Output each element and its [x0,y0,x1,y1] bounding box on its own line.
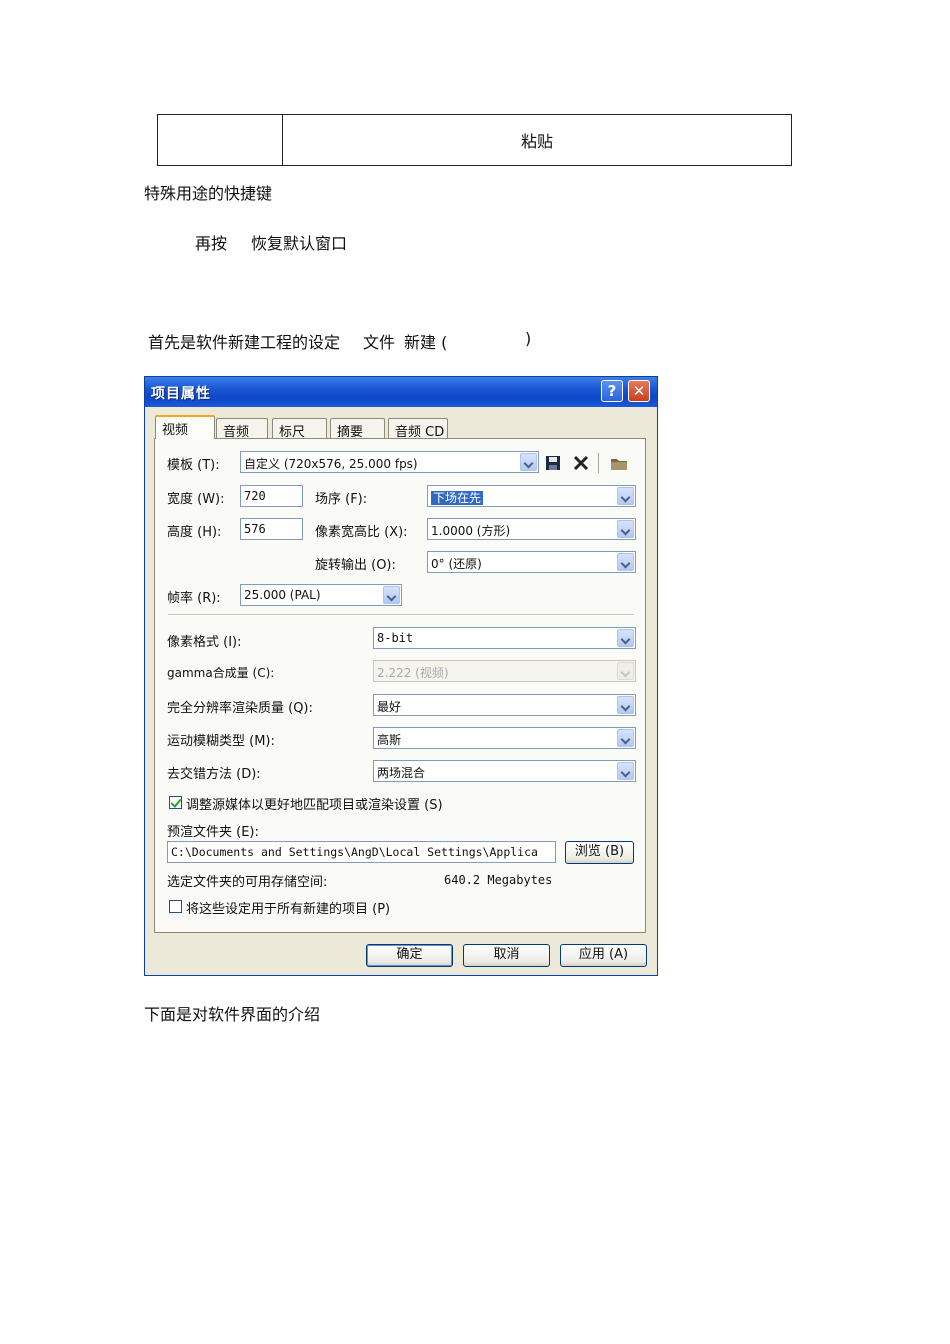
tab-video[interactable]: 视频 [155,415,215,439]
paragraph-new-project: 首先是软件新建工程的设定 [148,333,341,352]
close-button[interactable]: ✕ [628,380,650,402]
chevron-down-icon [520,453,537,471]
use-for-new-checkbox[interactable] [169,900,182,913]
template-label: 模板 (T): [167,458,220,473]
render-quality-label: 完全分辨率渲染质量 (Q): [167,701,313,716]
toolbar-divider [598,453,599,473]
paragraph-new: 新建 ( [404,333,448,352]
frame-rate-label: 帧率 (R): [167,591,221,606]
field-order-value: 下场在先 [431,491,484,505]
dialog-title: 项目属性 [151,386,211,402]
use-for-new-label: 将这些设定用于所有新建的项目 (P) [186,902,391,917]
adjust-media-label: 调整源媒体以更好地匹配项目或渲染设置 (S) [186,798,443,813]
motion-blur-label: 运动模糊类型 (M): [167,734,275,749]
paragraph-close-paren: ) [525,329,532,348]
height-label: 高度 (H): [167,525,222,540]
help-icon: ? [607,382,617,400]
height-value: 576 [244,522,266,536]
width-input[interactable]: 720 [240,485,303,507]
rotation-select[interactable]: 0° (还原) [427,551,636,573]
chevron-down-icon [617,696,634,714]
tab-summary[interactable]: 摘要 [330,418,385,440]
width-value: 720 [244,489,266,503]
pixel-aspect-value: 1.0000 (方形) [431,524,511,538]
pixel-format-label: 像素格式 (I): [167,635,242,650]
tab-audio-cd[interactable]: 音频 CD [388,418,448,440]
deinterlace-label: 去交错方法 (D): [167,767,261,782]
template-select[interactable]: 自定义 (720x576, 25.000 fps) [240,451,539,473]
adjust-media-checkbox[interactable] [169,796,182,809]
paragraph-press-again: 再按 [195,234,228,253]
free-space-value: 640.2 Megabytes [444,873,553,887]
prerender-path-input[interactable]: C:\Documents and Settings\AngD\Local Set… [167,841,556,863]
chevron-down-icon [617,762,634,780]
project-properties-dialog: 项目属性 ? ✕ 视频 音频 标尺 摘要 音频 CD 模板 (T): 自定义 (… [144,376,658,976]
chevron-down-icon [617,629,634,647]
pixel-aspect-select[interactable]: 1.0000 (方形) [427,518,636,540]
render-quality-select[interactable]: 最好 [373,694,636,716]
motion-blur-value: 高斯 [377,733,402,747]
frame-rate-value: 25.000 (PAL) [244,588,321,602]
template-value: 自定义 (720x576, 25.000 fps) [244,457,418,471]
deinterlace-select[interactable]: 两场混合 [373,760,636,782]
prerender-path-value: C:\Documents and Settings\AngD\Local Set… [171,845,538,859]
paragraph-file: 文件 [363,333,396,352]
deinterlace-value: 两场混合 [377,766,426,780]
table-cell-paste: 粘贴 [520,132,553,151]
divider [168,614,634,616]
ok-button[interactable]: 确定 [366,944,453,967]
rotation-label: 旋转输出 (O): [315,558,396,573]
dialog-titlebar: 项目属性 ? ✕ [145,377,657,407]
chevron-down-icon [617,487,634,505]
prerender-label: 预渲文件夹 (E): [167,825,259,840]
chevron-down-icon [617,729,634,747]
frame-rate-select[interactable]: 25.000 (PAL) [240,584,402,606]
browse-button[interactable]: 浏览 (B) [565,841,634,864]
motion-blur-select[interactable]: 高斯 [373,727,636,749]
pixel-format-value: 8-bit [377,631,414,645]
paragraph-restore-window: 恢复默认窗口 [251,234,348,253]
field-order-select[interactable]: 下场在先 [427,485,636,507]
cancel-button[interactable]: 取消 [463,944,550,967]
free-space-label: 选定文件夹的可用存储空间: [167,875,328,890]
chevron-down-icon [617,662,634,680]
rotation-value: 0° (还原) [431,557,482,571]
tab-audio[interactable]: 音频 [216,418,268,440]
table-cell-empty [158,115,283,165]
close-icon: ✕ [632,382,646,400]
gamma-value: 2.222 (视频) [377,666,449,680]
height-input[interactable]: 576 [240,518,303,540]
chevron-down-icon [383,586,400,604]
help-button[interactable]: ? [601,380,623,402]
paragraph-special-shortcuts: 特殊用途的快捷键 [144,184,273,203]
field-order-label: 场序 (F): [315,492,368,507]
delete-icon[interactable] [572,454,590,472]
width-label: 宽度 (W): [167,492,225,507]
apply-button[interactable]: 应用 (A) [560,944,647,967]
gamma-select: 2.222 (视频) [373,660,636,682]
gamma-label: gamma合成量 (C): [167,666,275,680]
chevron-down-icon [617,520,634,538]
paragraph-interface-intro: 下面是对软件界面的介绍 [144,1005,321,1024]
top-table: 粘贴 [157,114,792,166]
pixel-format-select[interactable]: 8-bit [373,627,636,649]
folder-icon[interactable] [610,454,628,472]
pixel-aspect-label: 像素宽高比 (X): [315,525,408,540]
tab-ruler[interactable]: 标尺 [272,418,327,440]
save-icon[interactable] [544,454,562,472]
render-quality-value: 最好 [377,700,402,714]
chevron-down-icon [617,553,634,571]
